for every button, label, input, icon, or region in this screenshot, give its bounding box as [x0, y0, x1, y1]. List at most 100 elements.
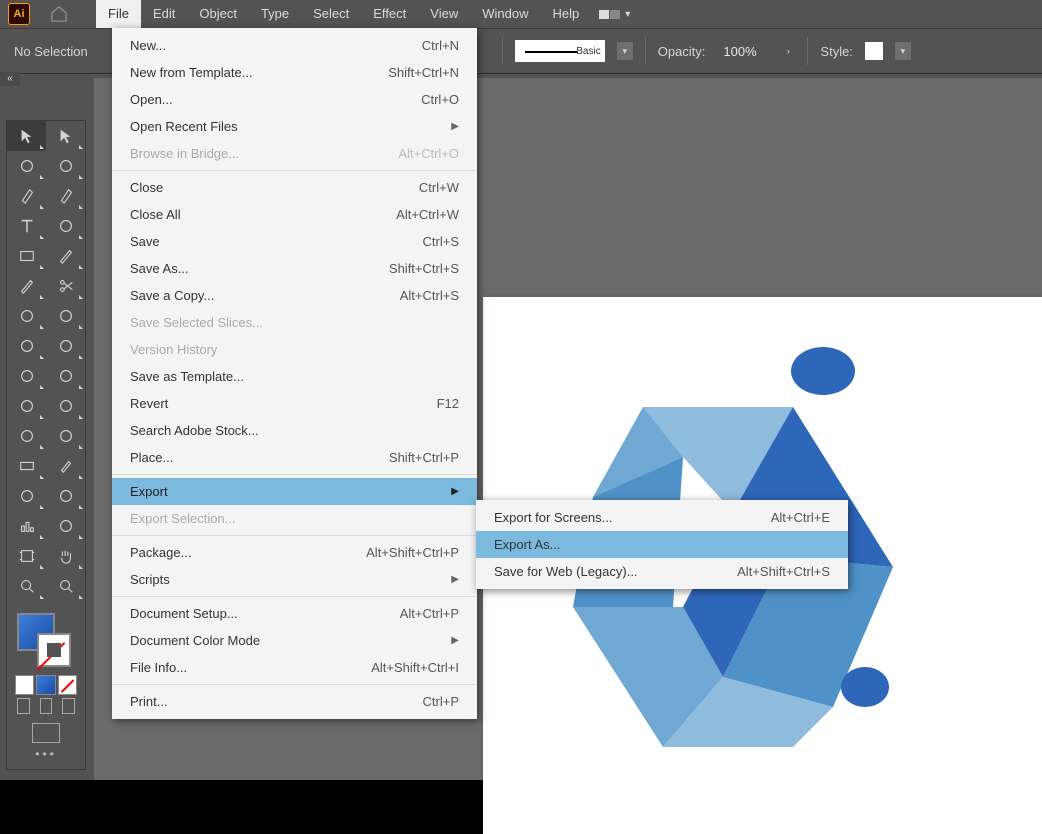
submenu-item-export-for-screens[interactable]: Export for Screens...Alt+Ctrl+E [476, 504, 848, 531]
menu-item-browse-in-bridge: Browse in Bridge...Alt+Ctrl+O [112, 140, 477, 167]
symbol-sprayer-tool[interactable] [46, 481, 85, 511]
gradient-mode-icon[interactable] [36, 675, 55, 695]
color-mode-icon[interactable] [15, 675, 34, 695]
hand-tool[interactable] [46, 541, 85, 571]
submenu-item-save-for-web-legacy[interactable]: Save for Web (Legacy)...Alt+Shift+Ctrl+S [476, 558, 848, 585]
opacity-label: Opacity: [658, 44, 706, 59]
menu-window[interactable]: Window [470, 0, 540, 28]
menu-effect[interactable]: Effect [361, 0, 418, 28]
separator [807, 37, 808, 65]
chevron-down-icon[interactable]: ▾ [895, 42, 911, 60]
menu-item-export[interactable]: Export▶ [112, 478, 477, 505]
stroke-style-label: Basic [576, 46, 600, 57]
menu-item-place[interactable]: Place...Shift+Ctrl+P [112, 444, 477, 471]
menu-item-save-selected-slices: Save Selected Slices... [112, 309, 477, 336]
curvature-tool[interactable] [46, 181, 85, 211]
line-segment-tool[interactable] [46, 211, 85, 241]
selection-status: No Selection [14, 44, 88, 59]
menu-view[interactable]: View [418, 0, 470, 28]
menu-item-scripts[interactable]: Scripts▶ [112, 566, 477, 593]
stroke-swatch[interactable] [37, 633, 71, 667]
style-label: Style: [820, 44, 853, 59]
menu-type[interactable]: Type [249, 0, 301, 28]
width-tool[interactable] [7, 361, 46, 391]
menu-item-revert[interactable]: RevertF12 [112, 390, 477, 417]
column-graph-tool[interactable] [7, 511, 46, 541]
gradient-tool[interactable] [7, 451, 46, 481]
menu-item-close[interactable]: CloseCtrl+W [112, 174, 477, 201]
selection-move-tool[interactable] [7, 121, 46, 151]
home-icon[interactable] [50, 6, 68, 22]
rotate-tool[interactable] [7, 301, 46, 331]
pen-tool[interactable] [7, 181, 46, 211]
paintbrush-tool[interactable] [46, 241, 85, 271]
pencil-tool[interactable] [7, 271, 46, 301]
menu-item-print[interactable]: Print...Ctrl+P [112, 688, 477, 715]
file-menu-dropdown: New...Ctrl+NNew from Template...Shift+Ct… [112, 28, 477, 719]
direct-selection-tool[interactable] [46, 121, 85, 151]
menu-item-document-color-mode[interactable]: Document Color Mode▶ [112, 627, 477, 654]
rectangle-tool[interactable] [7, 241, 46, 271]
draw-inside-icon[interactable] [62, 698, 75, 714]
none-mode-icon[interactable] [58, 675, 77, 695]
menu-item-save-a-copy[interactable]: Save a Copy...Alt+Ctrl+S [112, 282, 477, 309]
app-icon: Ai [8, 3, 30, 25]
warp-tool[interactable] [46, 361, 85, 391]
menu-edit[interactable]: Edit [141, 0, 187, 28]
free-transform-tool[interactable] [46, 331, 85, 361]
menu-item-open[interactable]: Open...Ctrl+O [112, 86, 477, 113]
chevron-down-icon: ▾ [625, 9, 630, 20]
menu-item-version-history: Version History [112, 336, 477, 363]
slice-tool[interactable] [46, 511, 85, 541]
magic-wand-tool[interactable] [7, 151, 46, 181]
export-submenu: Export for Screens...Alt+Ctrl+EExport As… [476, 500, 848, 589]
menu-help[interactable]: Help [540, 0, 591, 28]
reflect-tool[interactable] [46, 301, 85, 331]
panel-expand-icon[interactable]: « [0, 72, 20, 86]
draw-behind-icon[interactable] [40, 698, 53, 714]
menu-bar: Ai FileEditObjectTypeSelectEffectViewWin… [0, 0, 1042, 29]
edit-toolbar-button[interactable]: ••• [7, 747, 85, 761]
tools-panel: ••• [6, 120, 86, 770]
scissors-tool[interactable] [46, 271, 85, 301]
menu-item-package[interactable]: Package...Alt+Shift+Ctrl+P [112, 539, 477, 566]
menu-item-file-info[interactable]: File Info...Alt+Shift+Ctrl+I [112, 654, 477, 681]
mesh-tool[interactable] [46, 421, 85, 451]
menu-item-new-from-template[interactable]: New from Template...Shift+Ctrl+N [112, 59, 477, 86]
menu-item-export-selection: Export Selection... [112, 505, 477, 532]
lasso-tool[interactable] [46, 151, 85, 181]
chevron-down-icon[interactable]: ▾ [617, 42, 633, 60]
scale-tool[interactable] [7, 331, 46, 361]
separator [502, 37, 503, 65]
menu-item-save[interactable]: SaveCtrl+S [112, 228, 477, 255]
arrange-documents-icon[interactable]: ▾ [599, 9, 630, 20]
eyedropper-tool[interactable] [46, 451, 85, 481]
separator [645, 37, 646, 65]
draw-normal-icon[interactable] [17, 698, 30, 714]
screen-mode-icon[interactable] [32, 723, 60, 743]
zoom2-tool[interactable] [46, 571, 85, 601]
menu-item-document-setup[interactable]: Document Setup...Alt+Ctrl+P [112, 600, 477, 627]
shape-builder-tool[interactable] [7, 391, 46, 421]
type-tool[interactable] [7, 211, 46, 241]
menu-file[interactable]: File [96, 0, 141, 28]
stroke-style-dropdown[interactable]: Basic [515, 40, 605, 62]
menu-select[interactable]: Select [301, 0, 361, 28]
menu-object[interactable]: Object [187, 0, 249, 28]
menu-item-close-all[interactable]: Close AllAlt+Ctrl+W [112, 201, 477, 228]
zoom-tool[interactable] [7, 571, 46, 601]
chevron-right-icon[interactable]: › [781, 46, 795, 56]
submenu-item-export-as[interactable]: Export As... [476, 531, 848, 558]
menu-item-save-as-template[interactable]: Save as Template... [112, 363, 477, 390]
menu-item-new[interactable]: New...Ctrl+N [112, 32, 477, 59]
artboard-tool[interactable] [7, 541, 46, 571]
fill-stroke-swatches[interactable] [7, 607, 85, 671]
menu-item-open-recent-files[interactable]: Open Recent Files▶ [112, 113, 477, 140]
blend-tool[interactable] [7, 481, 46, 511]
opacity-value[interactable]: 100% [717, 42, 769, 61]
menu-item-save-as[interactable]: Save As...Shift+Ctrl+S [112, 255, 477, 282]
style-swatch[interactable] [865, 42, 883, 60]
live-paint-tool[interactable] [46, 391, 85, 421]
menu-item-search-adobe-stock[interactable]: Search Adobe Stock... [112, 417, 477, 444]
perspective-tool[interactable] [7, 421, 46, 451]
